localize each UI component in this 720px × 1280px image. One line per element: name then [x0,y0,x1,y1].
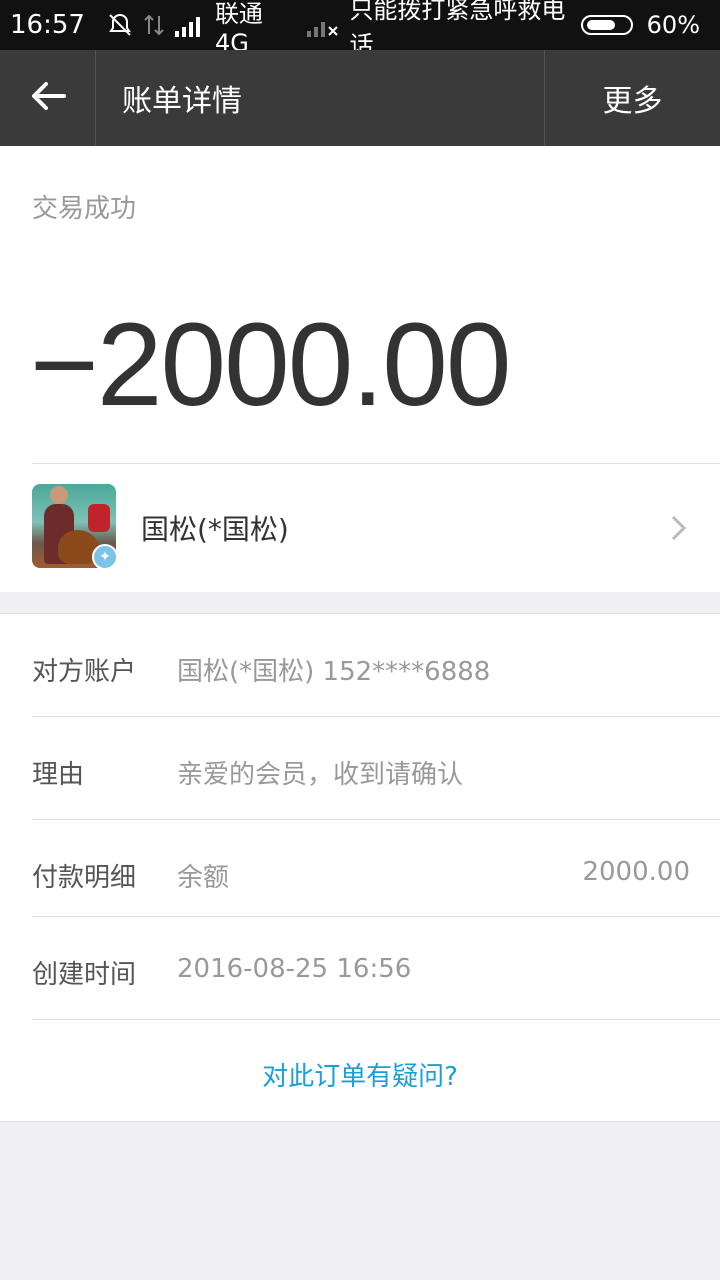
transaction-summary: 交易成功 −2000.00 ✦ 国松(*国松) [0,146,720,592]
detail-value: 亲爱的会员，收到请确认 [177,760,464,790]
nav-bar: 账单详情 更多 [0,50,720,146]
payee-row[interactable]: ✦ 国松(*国松) [0,464,720,592]
more-button[interactable]: 更多 [544,50,720,146]
detail-value: 余额 [177,863,230,893]
detail-value: 国松(*国松) 152****6888 [177,657,491,687]
arrow-left-icon [30,81,66,115]
detail-row-reason: 理由 亲爱的会员，收到请确认 [32,717,720,820]
chevron-right-icon [670,514,688,546]
transaction-amount: −2000.00 [30,299,511,431]
data-transfer-icon [143,12,165,38]
payee-name: 国松(*国松) [141,513,289,546]
status-bar: 16:57 联通 4G 只能拨打紧急呼救电话 60% [0,0,720,59]
detail-label: 对方账户 [32,657,137,687]
detail-amount: 2000.00 [582,857,690,887]
mute-bell-icon [107,12,133,38]
detail-label: 创建时间 [32,960,137,990]
verified-badge-icon: ✦ [92,544,118,570]
battery-percent: 60% [646,11,700,39]
status-time: 16:57 [10,10,85,40]
detail-value: 2016-08-25 16:56 [177,954,412,984]
back-button[interactable] [0,50,96,146]
detail-label: 付款明细 [32,863,137,893]
detail-row-created: 创建时间 2016-08-25 16:56 [32,917,720,1020]
transaction-status: 交易成功 [32,194,137,224]
page-title: 账单详情 [122,84,242,119]
no-signal-icon [307,13,339,37]
detail-list: 对方账户 国松(*国松) 152****6888 理由 亲爱的会员，收到请确认 … [0,613,720,1122]
battery-icon [580,13,637,37]
detail-label: 理由 [32,760,85,790]
detail-row-account: 对方账户 国松(*国松) 152****6888 [32,614,720,717]
detail-row-payment: 付款明细 余额 2000.00 [32,820,720,917]
order-question-link[interactable]: 对此订单有疑问? [0,1056,720,1093]
signal-icon [174,13,205,37]
carrier-label: 联通 4G [214,0,263,57]
